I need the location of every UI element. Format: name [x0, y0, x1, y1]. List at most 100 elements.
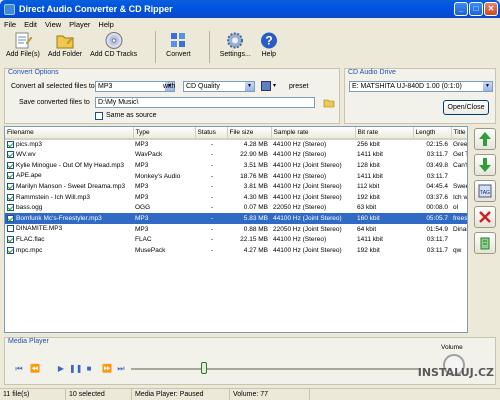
chevron-down-icon[interactable]: ▼: [483, 82, 492, 91]
menu-player[interactable]: Player: [69, 20, 90, 29]
cd-drive-select[interactable]: E: MATSHITA UJ-840D 1.00 (0:1:0) ▼: [349, 81, 493, 92]
table-row[interactable]: DINAMITE.MP3 MP3 - 0.88 MB 22050 Hz (Joint S…: [5, 224, 467, 235]
cell-length: 03:11.7: [426, 151, 448, 159]
row-checkbox[interactable]: [7, 183, 14, 191]
cell-title: [451, 171, 467, 182]
add-cd-tracks-button[interactable]: Add CD Tracks: [90, 31, 137, 58]
recycle-icon: [480, 237, 490, 250]
status-files: 11 file(s): [0, 389, 66, 400]
menu-view[interactable]: View: [45, 20, 61, 29]
preset-dropdown-icon[interactable]: ▾: [273, 82, 276, 89]
col-filename[interactable]: Filename: [5, 127, 134, 140]
cell-status: -: [210, 151, 214, 159]
next-icon[interactable]: ⏭: [115, 364, 127, 374]
add-folder-button[interactable]: Add Folder: [48, 31, 82, 58]
table-row[interactable]: bass.ogg OGG - 0.07 MB 22050 Hz (Stereo) 63 k…: [5, 203, 467, 214]
row-checkbox[interactable]: [7, 236, 14, 244]
cell-title: qw: [453, 246, 462, 254]
table-row[interactable]: APE.ape Monkey's Audio - 18.76 MB 44100 Hz (…: [5, 171, 467, 182]
rewind-icon[interactable]: ⏪: [29, 364, 41, 374]
menu-edit[interactable]: Edit: [24, 20, 37, 29]
table-row[interactable]: Bomfunk Mc's-Freestyler.mp3 MP3-5.83 MB 44…: [5, 213, 467, 224]
col-type[interactable]: Type: [133, 127, 196, 140]
maximize-button[interactable]: □: [469, 2, 483, 16]
move-down-button[interactable]: [474, 154, 496, 176]
row-checkbox[interactable]: [7, 161, 14, 169]
cell-type: WavPack: [135, 151, 163, 159]
close-button[interactable]: ✕: [484, 2, 498, 16]
pause-icon[interactable]: ❚❚: [69, 364, 82, 374]
cell-title: ol: [453, 204, 459, 212]
cell-size: 0.07 MB: [243, 204, 268, 212]
format-value: MP3: [98, 83, 113, 90]
filename-text: bass.ogg: [16, 204, 43, 212]
cell-title: Swee: [453, 183, 468, 191]
cell-filename: Kylie Minogue - Out Of My Head.mp3: [5, 160, 133, 171]
cell-filename: Marilyn Manson - Sweet Dreama.mp3: [5, 181, 133, 192]
table-row[interactable]: FLAC.flac FLAC - 22.15 MB 44100 Hz (Stereo) 1…: [5, 234, 467, 245]
seek-track[interactable]: [131, 368, 421, 370]
same-as-source-checkbox[interactable]: [95, 112, 103, 120]
cell-rate: 44100 Hz (Stereo): [273, 236, 327, 244]
quality-select[interactable]: CD Quality ▼: [183, 81, 255, 92]
row-checkbox[interactable]: [7, 246, 14, 254]
menu-help[interactable]: Help: [98, 20, 113, 29]
svg-text:?: ?: [265, 34, 272, 48]
add-files-button[interactable]: Add File(s): [6, 31, 40, 58]
cell-rate: 44100 Hz (Stereo): [273, 141, 327, 149]
toolbar: Add File(s) Add Folder Add CD Tracks Con…: [0, 31, 500, 67]
settings-button[interactable]: Settings...: [220, 31, 251, 58]
browse-folder-icon[interactable]: [323, 97, 335, 108]
row-checkbox[interactable]: [7, 172, 14, 180]
col-file-size[interactable]: File size: [227, 127, 272, 140]
move-up-button[interactable]: [474, 128, 496, 150]
col-sample-rate[interactable]: Sample rate: [271, 127, 356, 140]
open-close-button[interactable]: Open/Close: [443, 100, 489, 115]
col-length[interactable]: Length: [413, 127, 452, 140]
tag-editor-button[interactable]: TAG: [474, 180, 496, 202]
status-selected: 10 selected: [66, 389, 132, 400]
cell-status: -: [210, 193, 214, 201]
col-bit-rate[interactable]: Bit rate: [355, 127, 414, 140]
preset-save-icon[interactable]: [261, 81, 271, 91]
remove-button[interactable]: [474, 206, 496, 228]
table-row[interactable]: WV.wv WavPack - 22.90 MB 44100 Hz (Stereo) 14…: [5, 150, 467, 161]
cell-bitrate: 1411 kbit: [357, 236, 383, 244]
stop-icon[interactable]: ■: [83, 364, 95, 374]
row-checkbox[interactable]: [7, 141, 14, 149]
chevron-down-icon[interactable]: ▼: [245, 82, 254, 91]
cell-length: 05:05.7: [413, 213, 451, 224]
cell-filename: FLAC.flac: [5, 234, 133, 245]
col-status[interactable]: Status: [195, 127, 228, 140]
minimize-button[interactable]: _: [454, 2, 468, 16]
clear-list-button[interactable]: [474, 232, 496, 254]
save-label: Save converted files to: [19, 99, 90, 106]
cell-length: 04:45.4: [426, 183, 448, 191]
seek-thumb[interactable]: [200, 362, 207, 374]
table-row[interactable]: pics.mp3 MP3 - 4.28 MB 44100 Hz (Stereo) 256 …: [5, 139, 467, 150]
fast-forward-icon[interactable]: ⏩: [101, 364, 113, 374]
cell-length: 02:15.6: [426, 141, 448, 149]
previous-icon[interactable]: ⏮: [13, 364, 25, 374]
row-checkbox[interactable]: [7, 204, 14, 212]
row-checkbox[interactable]: [7, 225, 14, 233]
cell-bitrate: 192 kbit: [357, 246, 380, 254]
convert-button[interactable]: Convert: [166, 31, 191, 58]
table-row[interactable]: mpc.mpc MusePack - 4.27 MB 44100 Hz (Joint S…: [5, 245, 467, 256]
cell-rate: 44100 Hz (Joint Stereo): [273, 193, 342, 201]
help-button[interactable]: ? Help: [259, 31, 279, 58]
cell-title: freest: [451, 213, 467, 224]
cell-rate: 44100 Hz (Joint Stereo): [271, 213, 355, 224]
output-folder-input[interactable]: D:\My Music\: [95, 97, 315, 108]
play-icon[interactable]: ▶: [55, 364, 67, 374]
table-row[interactable]: Kylie Minogue - Out Of My Head.mp3 MP3 - 3.…: [5, 160, 467, 171]
col-title[interactable]: Title: [451, 127, 467, 140]
menu-file[interactable]: File: [4, 20, 16, 29]
row-checkbox[interactable]: [7, 193, 14, 201]
table-row[interactable]: Marilyn Manson - Sweet Dreama.mp3 MP3 - 3.8…: [5, 181, 468, 192]
row-checkbox[interactable]: [7, 151, 14, 159]
cd-drive-panel: CD Audio Drive E: MATSHITA UJ-840D 1.00 …: [344, 68, 496, 124]
table-row[interactable]: Rammstein - Ich Will.mp3 MP3 - 4.30 MB 44100…: [5, 192, 467, 203]
svg-text:TAG: TAG: [480, 190, 490, 196]
row-checkbox[interactable]: [7, 214, 14, 222]
